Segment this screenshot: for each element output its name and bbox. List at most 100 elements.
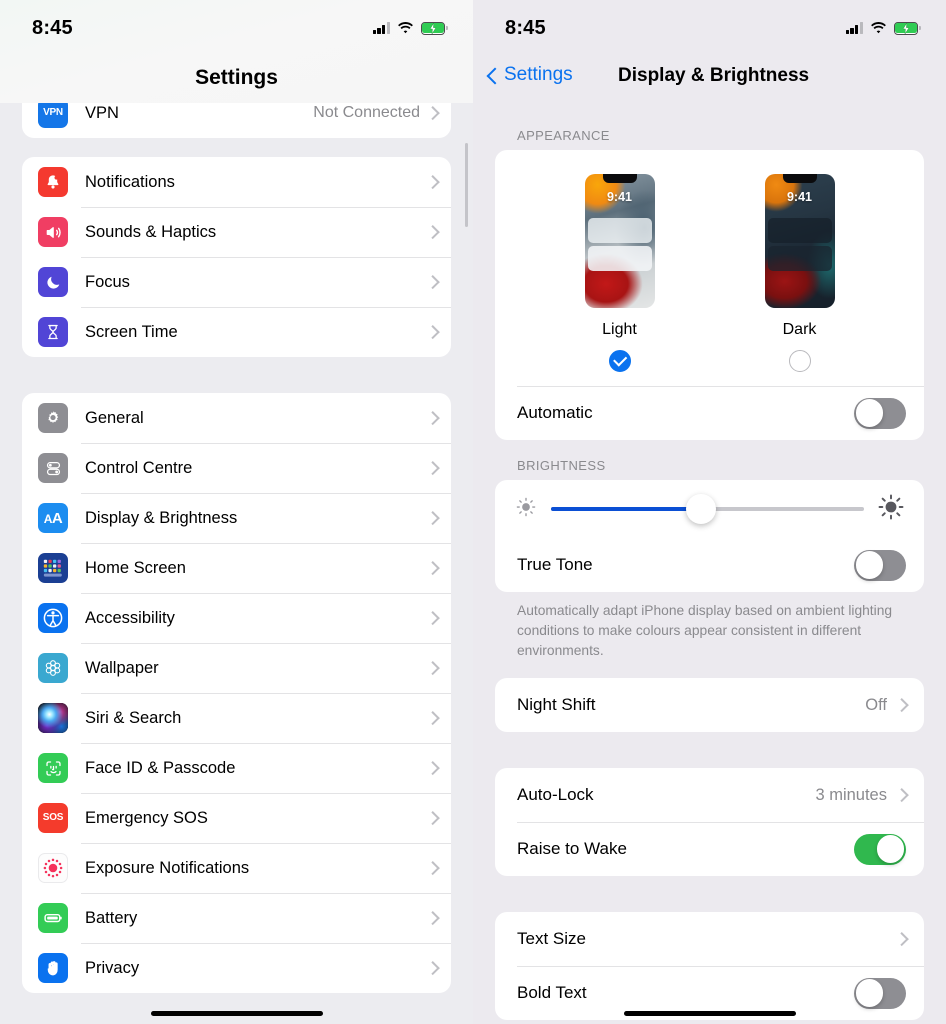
siri-search-icon: [38, 703, 68, 733]
row-true-tone[interactable]: True Tone: [495, 538, 924, 592]
true-tone-label: True Tone: [517, 555, 593, 574]
row-night-shift[interactable]: Night Shift Off: [495, 678, 924, 732]
display-brightness-scroll-area[interactable]: APPEARANCE 9:41 Light 9:41 Dark Automati…: [473, 110, 946, 1024]
home-indicator: [623, 1011, 796, 1016]
sidebar-item-label: Accessibility: [85, 608, 175, 627]
notifications-icon: [38, 167, 68, 197]
true-tone-toggle[interactable]: [854, 549, 906, 581]
sidebar-item-label: Control Centre: [85, 458, 193, 477]
control-centre-icon: [38, 453, 68, 483]
sidebar-item-label: Emergency SOS: [85, 808, 208, 827]
appearance-card: 9:41 Light 9:41 Dark Automatic: [495, 150, 924, 440]
notch: [602, 174, 637, 183]
row-raise-to-wake[interactable]: Raise to Wake: [495, 822, 924, 876]
brightness-track[interactable]: [551, 494, 864, 524]
brightness-knob[interactable]: [686, 494, 717, 524]
light-mode-preview[interactable]: 9:41: [584, 174, 655, 308]
chevron-right-icon: [428, 175, 437, 190]
chevron-right-icon: [897, 932, 906, 947]
chevron-right-icon: [428, 961, 437, 976]
wifi-icon: [870, 22, 887, 34]
chevron-right-icon: [428, 325, 437, 340]
sidebar-item-control-centre[interactable]: Control Centre: [22, 443, 451, 493]
chevron-right-icon: [428, 106, 437, 121]
display-brightness-icon: AA: [38, 503, 68, 533]
appearance-option-dark[interactable]: 9:41 Dark: [764, 174, 835, 372]
section-header-brightness: BRIGHTNESS: [517, 458, 606, 473]
privacy-hand-icon: [38, 953, 68, 983]
exposure-notifications-icon: [38, 853, 68, 883]
sidebar-item-privacy[interactable]: Privacy: [22, 943, 451, 993]
sidebar-item-label: Display & Brightness: [85, 508, 238, 527]
radio-light-selected[interactable]: [608, 350, 631, 372]
chevron-right-icon: [428, 561, 437, 576]
page-title: Settings: [195, 66, 278, 89]
sidebar-item-wallpaper[interactable]: Wallpaper: [22, 643, 451, 693]
sidebar-item-siri-search[interactable]: Siri & Search: [22, 693, 451, 743]
chevron-right-icon: [428, 461, 437, 476]
row-text-size[interactable]: Text Size: [495, 912, 924, 966]
battery-icon: [38, 903, 68, 933]
chevron-right-icon: [428, 611, 437, 626]
bold-text-label: Bold Text: [517, 983, 587, 1002]
sidebar-item-focus[interactable]: Focus: [22, 257, 451, 307]
chevron-right-icon: [428, 275, 437, 290]
sidebar-item-general[interactable]: General: [22, 393, 451, 443]
appearance-option-light[interactable]: 9:41 Light: [584, 174, 655, 372]
cellular-signal-icon: [372, 22, 390, 34]
row-auto-lock[interactable]: Auto-Lock 3 minutes: [495, 768, 924, 822]
battery-charging-icon: [894, 21, 921, 35]
status-bar-icons: [372, 21, 448, 35]
chevron-right-icon: [428, 861, 437, 876]
back-button[interactable]: Settings: [487, 64, 573, 86]
text-size-label: Text Size: [517, 929, 586, 948]
row-automatic[interactable]: Automatic: [495, 386, 924, 440]
sidebar-item-accessibility[interactable]: Accessibility: [22, 593, 451, 643]
night-shift-value: Off: [865, 695, 887, 714]
auto-lock-label: Auto-Lock: [517, 785, 594, 804]
sidebar-item-label: Wallpaper: [85, 658, 159, 677]
settings-group-system: General Control Centre AA Display & Brig…: [22, 393, 451, 993]
screen-time-hourglass-icon: [38, 317, 68, 347]
chevron-right-icon: [428, 661, 437, 676]
chevron-right-icon: [428, 911, 437, 926]
sun-dim-icon: [515, 496, 537, 523]
bold-text-toggle[interactable]: [854, 977, 906, 1009]
dark-mode-preview[interactable]: 9:41: [764, 174, 835, 308]
sidebar-item-face-id-passcode[interactable]: Face ID & Passcode: [22, 743, 451, 793]
radio-dark-unselected[interactable]: [788, 350, 811, 372]
settings-list-panel: VPN VPN Not Connected Notifications Soun…: [0, 0, 473, 1024]
chevron-left-icon: [487, 66, 498, 85]
display-brightness-nav-header: Settings Display & Brightness: [473, 56, 946, 110]
focus-moon-icon: [38, 267, 68, 297]
sidebar-item-home-screen[interactable]: Home Screen: [22, 543, 451, 593]
sidebar-item-sounds-haptics[interactable]: Sounds & Haptics: [22, 207, 451, 257]
chevron-right-icon: [428, 711, 437, 726]
preview-widget: [767, 218, 832, 243]
settings-group-notifications: Notifications Sounds & Haptics Focus Scr…: [22, 157, 451, 357]
status-bar-icons: [845, 21, 921, 35]
sidebar-item-emergency-sos[interactable]: SOS Emergency SOS: [22, 793, 451, 843]
status-bar-right: 8:45: [473, 0, 946, 56]
status-bar-left: 8:45: [0, 0, 473, 56]
settings-scroll-area[interactable]: VPN VPN Not Connected Notifications Soun…: [0, 0, 473, 1024]
sidebar-item-exposure-notifications[interactable]: Exposure Notifications: [22, 843, 451, 893]
raise-to-wake-toggle[interactable]: [854, 833, 906, 865]
vertical-scrollbar[interactable]: [465, 143, 468, 227]
automatic-toggle[interactable]: [854, 397, 906, 429]
emergency-sos-icon: SOS: [38, 803, 68, 833]
chevron-right-icon: [428, 411, 437, 426]
lock-card: Auto-Lock 3 minutes Raise to Wake: [495, 768, 924, 876]
brightness-slider-row[interactable]: [495, 480, 924, 538]
page-title: Display & Brightness: [618, 65, 810, 86]
sidebar-item-display-brightness[interactable]: AA Display & Brightness: [22, 493, 451, 543]
sun-bright-icon: [878, 494, 904, 525]
sidebar-item-notifications[interactable]: Notifications: [22, 157, 451, 207]
appearance-label-light: Light: [602, 321, 637, 338]
night-shift-label: Night Shift: [517, 695, 596, 714]
sidebar-item-battery[interactable]: Battery: [22, 893, 451, 943]
chevron-right-icon: [428, 225, 437, 240]
sidebar-item-screen-time[interactable]: Screen Time: [22, 307, 451, 357]
back-button-label: Settings: [504, 64, 573, 85]
status-bar-time: 8:45: [505, 16, 546, 39]
